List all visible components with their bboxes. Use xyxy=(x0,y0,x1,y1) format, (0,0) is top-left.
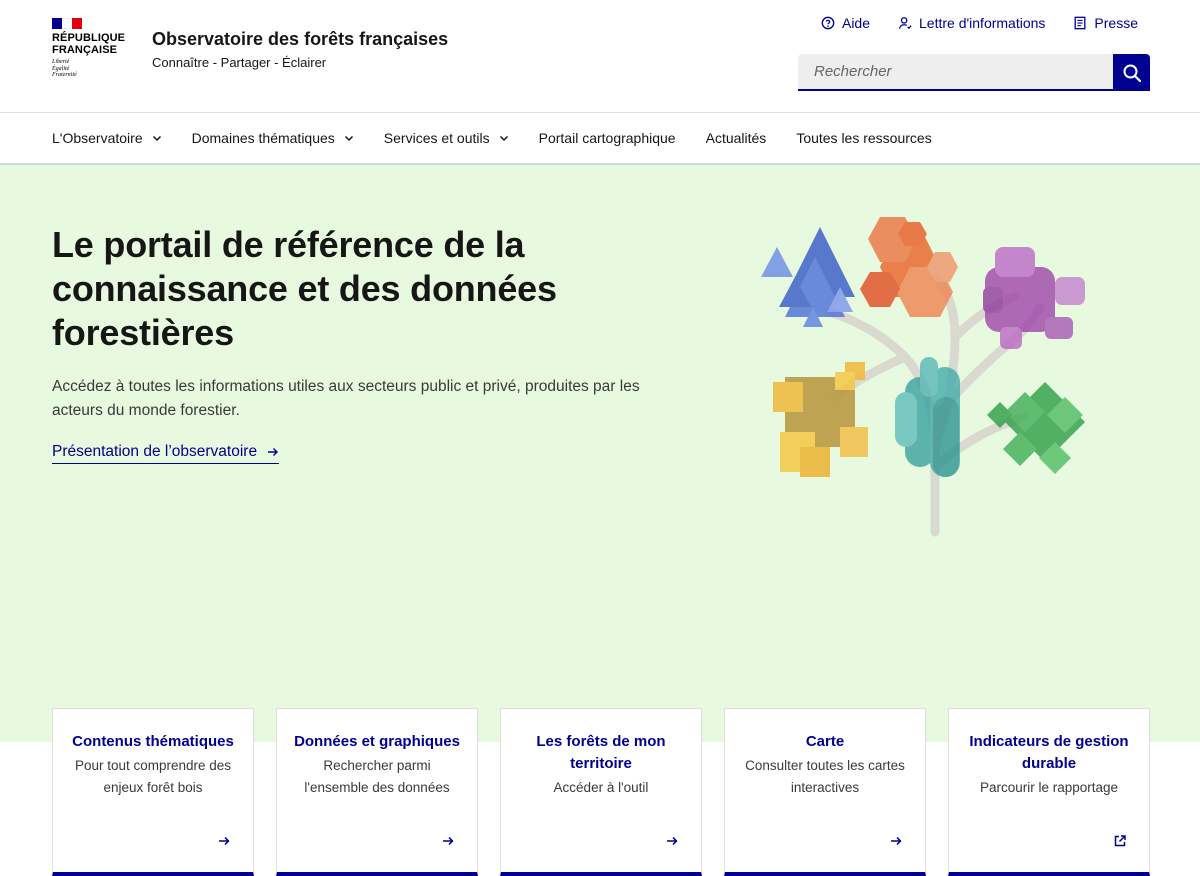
main-navigation: L'Observatoire Domaines thématiques Serv… xyxy=(0,113,1200,165)
card-description: Pour tout comprendre des enjeux forêt bo… xyxy=(74,758,232,795)
nav-item-label: Toutes les ressources xyxy=(796,130,932,146)
newsletter-link[interactable]: Lettre d'informations xyxy=(898,15,1045,31)
hero-link-label: Présentation de l’observatoire xyxy=(52,443,258,460)
forest-tree-illustration xyxy=(761,217,1085,537)
hero-description: Accédez à toutes les informations utiles… xyxy=(52,378,640,419)
nav-item-domaines-thematiques[interactable]: Domaines thématiques xyxy=(192,130,354,146)
card-title: Contenus thématiques xyxy=(72,733,234,750)
hero-section: Le portail de référence de la connaissan… xyxy=(0,165,1200,876)
card-description: Parcourir le rapportage xyxy=(979,780,1119,795)
site-title[interactable]: Observatoire des forêts françaises xyxy=(152,29,448,50)
search-bar xyxy=(798,54,1150,91)
arrow-right-icon xyxy=(891,836,902,846)
search-input[interactable] xyxy=(798,54,1113,91)
nav-item-label: Services et outils xyxy=(383,130,490,146)
user-icon xyxy=(898,17,912,30)
card-forets-territoire[interactable]: Les forêts de mon territoire Accéder à l'… xyxy=(500,708,702,876)
external-link-icon xyxy=(1114,835,1126,847)
nav-item-toutes-ressources[interactable]: Toutes les ressources xyxy=(796,130,931,146)
arrow-right-icon xyxy=(443,836,454,846)
quick-links: Aide Lettre d'informations Presse xyxy=(821,15,1138,31)
nav-item-actualites[interactable]: Actualités xyxy=(706,130,767,146)
arrow-right-icon xyxy=(268,448,279,456)
help-link[interactable]: Aide xyxy=(821,15,870,31)
press-link[interactable]: Presse xyxy=(1073,15,1138,31)
nav-item-label: Domaines thématiques xyxy=(191,130,335,146)
arrow-right-icon xyxy=(219,836,230,846)
card-description: Consulter toutes les cartes interactives xyxy=(745,758,905,795)
card-contenus-thematiques[interactable]: Contenus thématiques Pour tout comprendre… xyxy=(52,708,254,876)
arrow-right-icon xyxy=(667,836,678,846)
press-link-label: Presse xyxy=(1094,15,1138,31)
search-icon xyxy=(1123,64,1141,82)
card-title: Les forêts de mon territoire xyxy=(536,733,666,772)
nav-item-label: Portail cartographique xyxy=(538,130,676,146)
chevron-down-icon xyxy=(344,135,353,142)
nav-item-label: Actualités xyxy=(705,130,767,146)
chevron-down-icon xyxy=(152,135,161,142)
nav-item-label: L'Observatoire xyxy=(52,130,143,146)
article-icon xyxy=(1074,16,1086,30)
chevron-down-icon xyxy=(499,135,508,142)
card-carte[interactable]: Carte Consulter toutes les cartes interac… xyxy=(724,708,926,876)
help-circle-icon xyxy=(821,16,835,30)
hero-title: Le portail de référence de la connaissan… xyxy=(52,224,557,353)
newsletter-link-label: Lettre d'informations xyxy=(919,15,1046,31)
search-button[interactable] xyxy=(1113,54,1150,91)
rf-name: RÉPUBLIQUE FRANÇAISE xyxy=(52,32,126,56)
help-link-label: Aide xyxy=(841,15,871,31)
card-description: Rechercher parmi l'ensemble des données xyxy=(304,758,450,795)
nav-item-observatoire[interactable]: L'Observatoire xyxy=(52,130,162,146)
site-tagline: Connaître - Partager - Éclairer xyxy=(152,55,327,70)
observatoire-presentation-link[interactable]: Présentation de l’observatoire xyxy=(52,443,280,464)
card-title: Indicateurs de gestion durable xyxy=(969,733,1129,772)
site-header: RÉPUBLIQUE FRANÇAISE Liberté Égalité Fra… xyxy=(0,0,1200,113)
nav-item-portail-cartographique[interactable]: Portail cartographique xyxy=(539,130,676,146)
quick-access-cards: Contenus thématiques Pour tout comprendre… xyxy=(52,708,1150,876)
rf-motto: Liberté Égalité Fraternité xyxy=(52,59,77,78)
card-description: Accéder à l'outil xyxy=(553,780,649,795)
nav-item-services-outils[interactable]: Services et outils xyxy=(384,130,509,146)
republique-francaise-logo[interactable]: RÉPUBLIQUE FRANÇAISE Liberté Égalité Fra… xyxy=(52,18,132,79)
card-title: Carte xyxy=(805,733,845,750)
card-title: Données et graphiques xyxy=(294,733,460,750)
card-donnees-graphiques[interactable]: Données et graphiques Rechercher parmi l'… xyxy=(276,708,478,876)
card-indicateurs-gestion[interactable]: Indicateurs de gestion durable Parcourir … xyxy=(948,708,1150,876)
french-flag-icon xyxy=(52,18,82,29)
